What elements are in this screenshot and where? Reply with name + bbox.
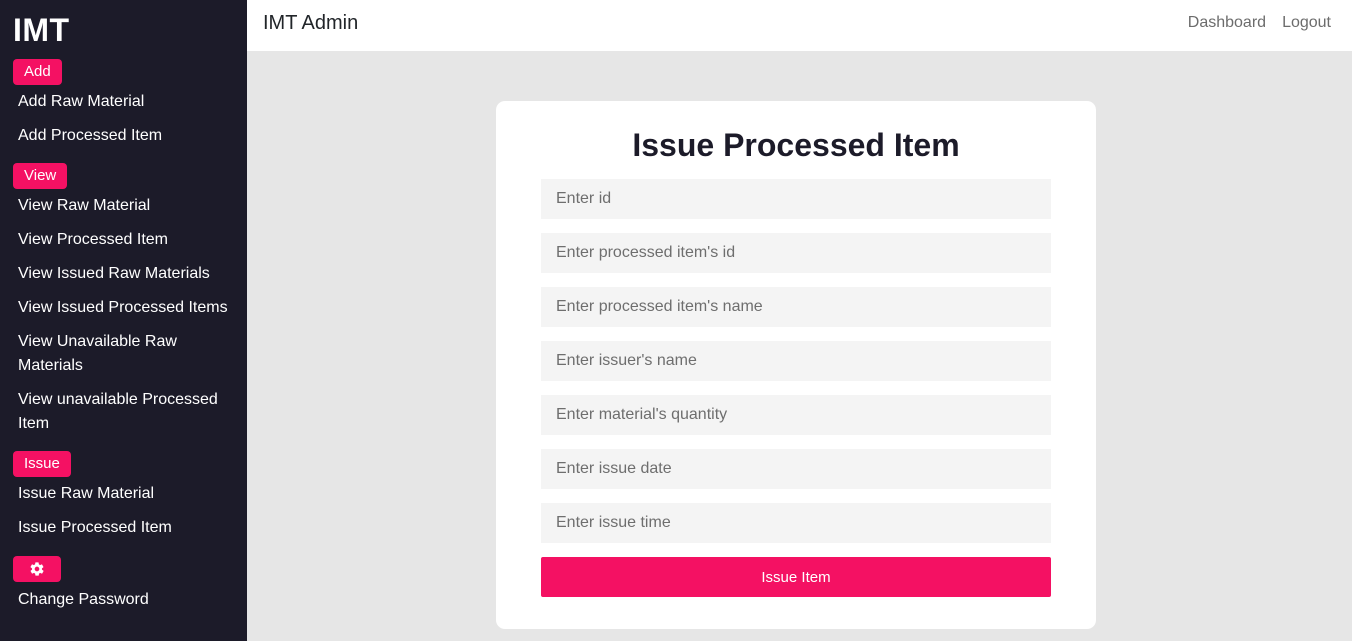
sidebar-item-view-raw-material[interactable]: View Raw Material: [18, 194, 233, 218]
logout-link[interactable]: Logout: [1282, 14, 1331, 32]
processed-item-id-input[interactable]: [541, 233, 1051, 273]
topbar-nav: Dashboard Logout: [1188, 14, 1331, 32]
form-title: Issue Processed Item: [632, 127, 960, 163]
brand-logo: IMT: [13, 12, 70, 48]
sidebar-item-issue-processed-item[interactable]: Issue Processed Item: [18, 516, 233, 540]
app-title: IMT Admin: [263, 12, 359, 34]
issuer-name-input[interactable]: [541, 341, 1051, 381]
sidebar: IMT Add Add Raw Material Add Processed I…: [0, 0, 247, 641]
section-badge-settings: [13, 556, 61, 582]
section-badge-issue: Issue: [13, 451, 71, 477]
issue-time-input[interactable]: [541, 503, 1051, 543]
sidebar-item-view-issued-processed-items[interactable]: View Issued Processed Items: [18, 296, 233, 320]
sidebar-item-view-issued-raw-materials[interactable]: View Issued Raw Materials: [18, 262, 233, 286]
sidebar-item-add-processed-item[interactable]: Add Processed Item: [18, 124, 233, 148]
issue-item-button[interactable]: Issue Item: [541, 557, 1051, 597]
dashboard-link[interactable]: Dashboard: [1188, 14, 1266, 32]
id-input[interactable]: [541, 179, 1051, 219]
gear-icon: [30, 562, 44, 576]
processed-item-name-input[interactable]: [541, 287, 1051, 327]
section-badge-add: Add: [13, 59, 62, 85]
quantity-input[interactable]: [541, 395, 1051, 435]
sidebar-item-issue-raw-material[interactable]: Issue Raw Material: [18, 482, 233, 506]
sidebar-item-change-password[interactable]: Change Password: [18, 588, 233, 612]
issue-date-input[interactable]: [541, 449, 1051, 489]
sidebar-item-view-processed-item[interactable]: View Processed Item: [18, 228, 233, 252]
sidebar-item-view-unavailable-processed-item[interactable]: View unavailable Processed Item: [18, 388, 228, 436]
sidebar-item-view-unavailable-raw-materials[interactable]: View Unavailable Raw Materials: [18, 330, 203, 378]
sidebar-item-add-raw-material[interactable]: Add Raw Material: [18, 90, 233, 114]
topbar: IMT Admin Dashboard Logout: [247, 0, 1352, 51]
section-badge-view: View: [13, 163, 68, 189]
issue-form-card: Issue Processed Item Issue Item: [496, 101, 1096, 629]
